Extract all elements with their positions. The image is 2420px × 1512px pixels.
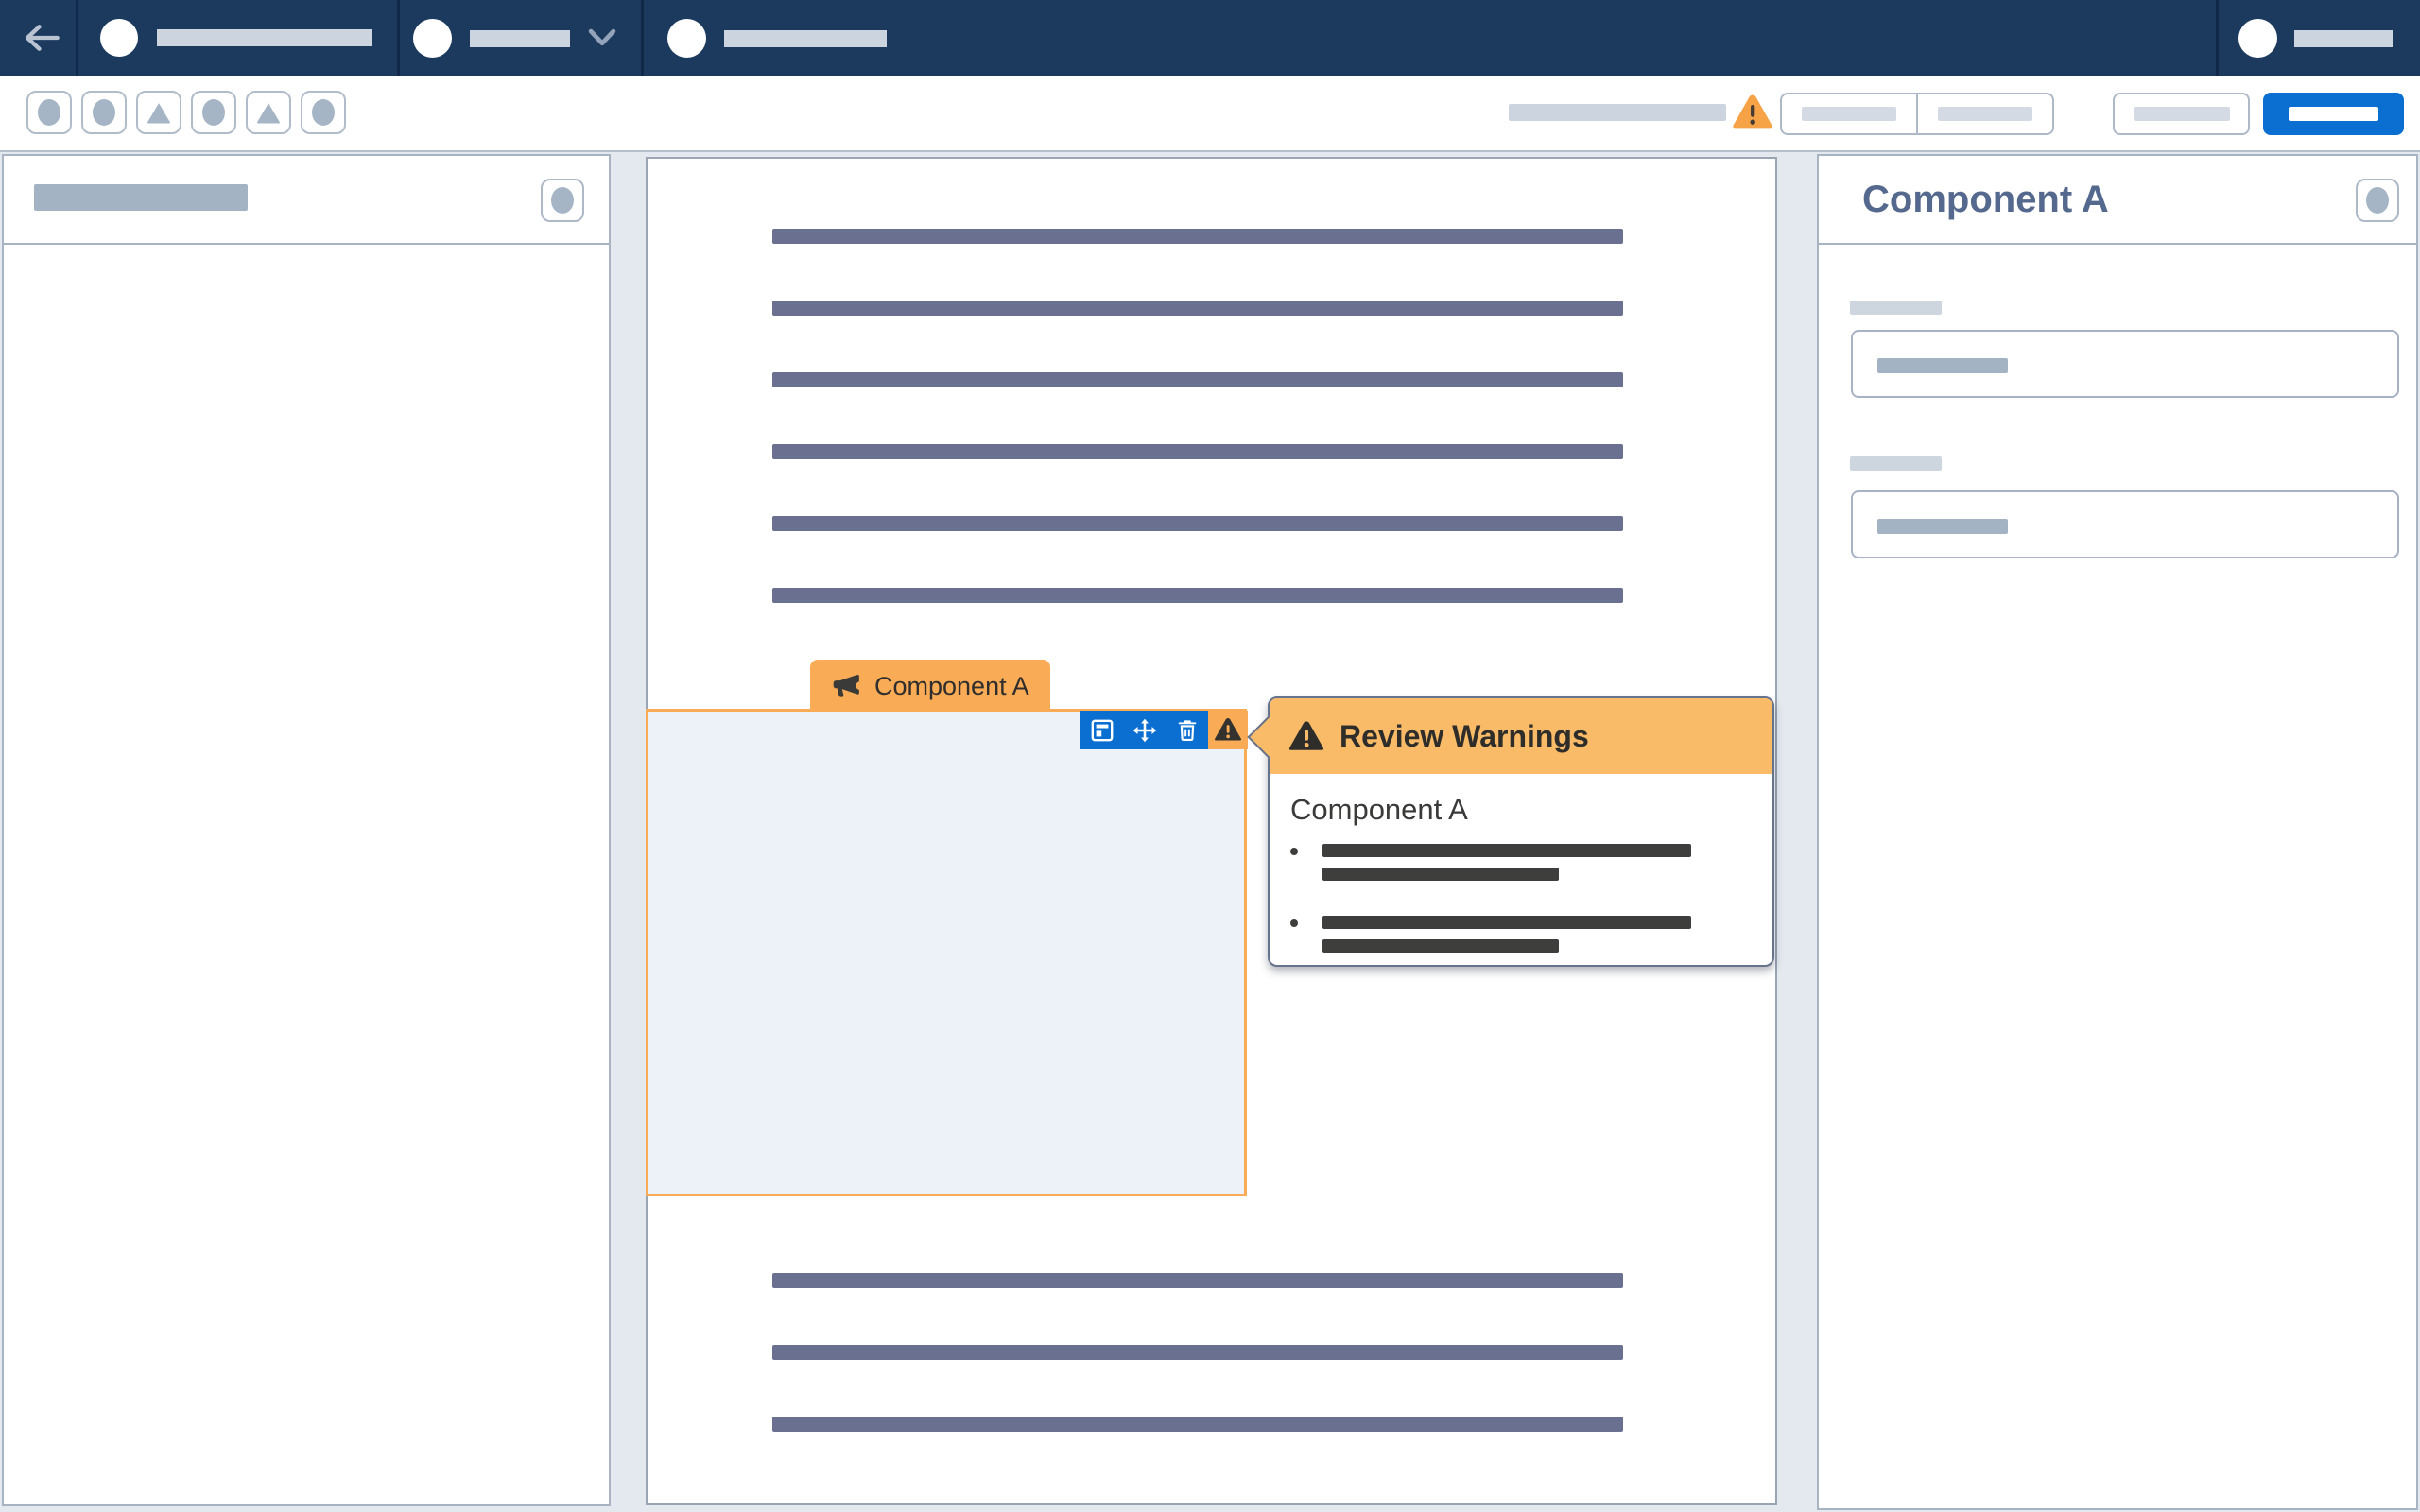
sidebar-body xyxy=(4,245,609,1502)
circle-icon xyxy=(93,99,115,126)
avatar xyxy=(2238,19,2277,58)
bullet-dot xyxy=(1290,919,1298,927)
review-warnings-popover: Review Warnings Component A xyxy=(1247,696,1774,967)
back-button[interactable] xyxy=(23,22,60,59)
app-screen: Component A Review Warnings Component A … xyxy=(0,0,2420,1512)
component-actions xyxy=(1080,711,1208,749)
tool-button-1[interactable] xyxy=(26,91,72,134)
component-action-toolbar xyxy=(1080,711,1248,749)
component-tag: Component A xyxy=(810,660,1050,713)
nav-menu-placeholder xyxy=(724,30,887,47)
button-placeholder xyxy=(2133,107,2230,121)
popover-body: Component A xyxy=(1270,774,1772,963)
toolbar-warning-indicator[interactable] xyxy=(1732,94,1773,136)
tool-button-5[interactable] xyxy=(246,91,291,134)
nav-divider xyxy=(397,0,400,76)
button-placeholder xyxy=(1938,107,2032,121)
popover-component-heading: Component A xyxy=(1290,793,1468,826)
popover-title: Review Warnings xyxy=(1340,718,1589,753)
move-button[interactable] xyxy=(1123,711,1166,749)
text-skeleton-line xyxy=(772,444,1623,459)
toggle-option-2[interactable] xyxy=(1916,94,2052,133)
field-label-placeholder xyxy=(1850,301,1942,315)
builder-toolbar xyxy=(0,76,2420,152)
tool-button-3[interactable] xyxy=(136,91,182,134)
field-input-1[interactable] xyxy=(1851,330,2399,398)
component-warning-button[interactable] xyxy=(1208,711,1248,749)
sidebar-header-button[interactable] xyxy=(541,179,584,222)
text-skeleton-line xyxy=(772,1273,1623,1288)
nav-divider xyxy=(76,0,78,76)
nav-menu-placeholder xyxy=(470,30,570,47)
text-skeleton-line xyxy=(1322,868,1559,881)
text-skeleton-line xyxy=(772,1417,1623,1432)
popover-header: Review Warnings xyxy=(1247,698,1772,774)
warning-text-skeleton xyxy=(1322,916,1691,963)
input-value-placeholder xyxy=(1877,358,2008,373)
text-skeleton-line xyxy=(1322,939,1559,953)
megaphone-icon xyxy=(833,674,859,697)
text-skeleton-line xyxy=(1322,916,1691,929)
circle-icon xyxy=(551,187,574,214)
delete-button[interactable] xyxy=(1166,711,1208,749)
toggle-option-1[interactable] xyxy=(1782,94,1916,133)
sidebar-header xyxy=(4,156,609,245)
text-skeleton-line xyxy=(772,301,1623,316)
nav-divider xyxy=(2216,0,2219,76)
component-tag-label: Component A xyxy=(874,671,1029,700)
tool-button-6[interactable] xyxy=(301,91,346,134)
nav-menu-placeholder xyxy=(157,29,372,46)
avatar xyxy=(667,19,706,58)
inspector-title: Component A xyxy=(1862,179,2109,220)
view-toggle-group xyxy=(1780,93,2054,135)
input-value-placeholder xyxy=(1877,519,2008,534)
component-inspector-panel: Component A xyxy=(1817,154,2418,1510)
status-placeholder xyxy=(1509,104,1726,121)
circle-icon xyxy=(38,99,60,126)
text-skeleton-line xyxy=(772,1345,1623,1360)
avatar xyxy=(413,19,452,58)
component-palette-sidebar xyxy=(2,154,611,1506)
arrow-left-icon xyxy=(25,25,60,51)
text-skeleton-line xyxy=(772,229,1623,244)
bullet-dot xyxy=(1290,848,1298,855)
selected-component-region[interactable] xyxy=(646,709,1247,1196)
inspector-header: Component A xyxy=(1819,156,2416,245)
tool-button-4[interactable] xyxy=(191,91,236,134)
layout-icon xyxy=(1091,719,1113,741)
button-placeholder xyxy=(2289,107,2378,121)
text-skeleton-line xyxy=(772,372,1623,387)
text-skeleton-line xyxy=(1322,844,1691,857)
chevron-down-icon xyxy=(584,25,620,58)
avatar xyxy=(100,19,138,57)
warning-triangle-icon xyxy=(1214,717,1242,741)
layout-button[interactable] xyxy=(1080,711,1123,749)
warning-triangle-icon xyxy=(1733,94,1772,129)
circle-icon xyxy=(2366,187,2389,214)
button-placeholder xyxy=(1802,107,1896,121)
field-label-placeholder xyxy=(1850,456,1942,471)
user-menu-placeholder xyxy=(2294,30,2393,47)
text-skeleton-line xyxy=(772,588,1623,603)
field-input-2[interactable] xyxy=(1851,490,2399,558)
tool-button-2[interactable] xyxy=(81,91,127,134)
circle-icon xyxy=(312,99,335,126)
top-navbar xyxy=(0,0,2420,76)
triangle-icon xyxy=(257,103,280,124)
secondary-button[interactable] xyxy=(2113,93,2250,135)
sidebar-title-placeholder xyxy=(34,184,248,211)
circle-icon xyxy=(202,99,225,126)
primary-button[interactable] xyxy=(2263,93,2404,135)
triangle-icon xyxy=(147,103,170,124)
warning-list-item xyxy=(1290,916,1752,963)
warning-list-item xyxy=(1290,844,1752,891)
warning-triangle-icon xyxy=(1288,720,1324,750)
trash-icon xyxy=(1178,719,1196,741)
warning-text-skeleton xyxy=(1322,844,1691,891)
text-skeleton-line xyxy=(772,516,1623,531)
move-icon xyxy=(1132,718,1156,742)
inspector-header-button[interactable] xyxy=(2356,179,2399,222)
nav-divider xyxy=(641,0,644,76)
